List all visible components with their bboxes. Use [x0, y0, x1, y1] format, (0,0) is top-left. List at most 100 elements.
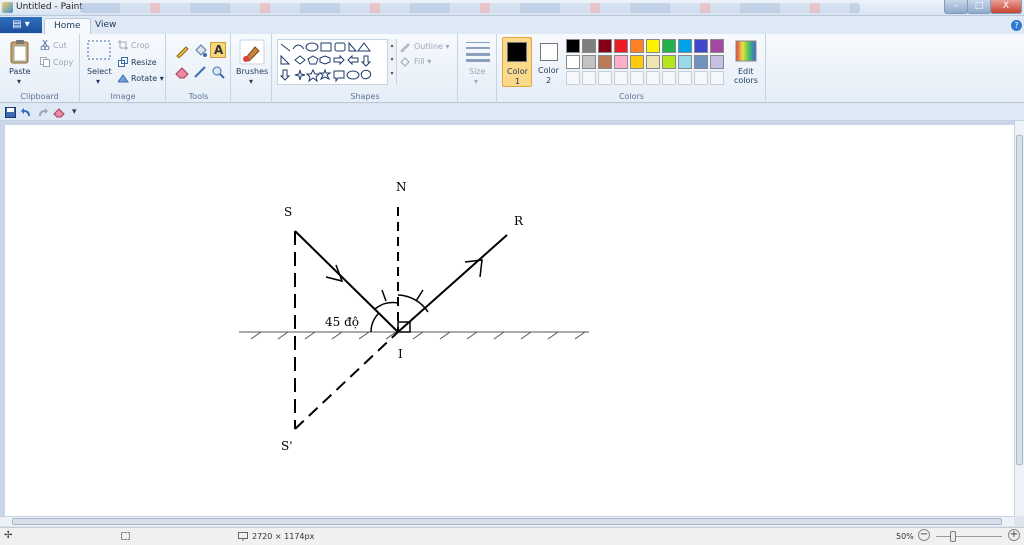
incident-arrow-icon [325, 264, 344, 283]
palette-color-swatch[interactable] [566, 39, 580, 53]
color-picker-icon[interactable] [193, 65, 207, 79]
palette-color-swatch[interactable] [678, 39, 692, 53]
palette-empty-swatch[interactable] [710, 71, 724, 85]
cut-button[interactable]: Cut [53, 41, 67, 50]
brushes-dropdown-icon[interactable]: ▾ [249, 77, 253, 86]
edit-colors-icon[interactable] [735, 40, 757, 62]
palette-color-swatch[interactable] [662, 55, 676, 69]
select-dropdown-icon[interactable]: ▾ [96, 77, 100, 86]
label-i: I [398, 347, 403, 361]
zoom-slider-thumb[interactable] [950, 531, 956, 542]
palette-color-swatch[interactable] [614, 39, 628, 53]
colors-group: Color 1 Color 2 Edit colors Colors [498, 34, 766, 103]
palette-color-swatch[interactable] [710, 39, 724, 53]
fill-button[interactable]: Fill ▾ [414, 57, 431, 66]
resize-button[interactable]: Resize [131, 58, 157, 67]
shape-glyphs-icon[interactable] [278, 40, 396, 84]
paste-icon[interactable] [9, 39, 31, 65]
vertical-scrollbar[interactable] [1014, 121, 1024, 516]
fill-icon[interactable] [400, 57, 410, 67]
palette-color-swatch[interactable] [710, 55, 724, 69]
canvas-area: S N R I S' 45 độ [0, 121, 1024, 516]
paint-app-icon[interactable] [2, 2, 13, 13]
zoom-out-button[interactable]: − [918, 529, 930, 541]
minimize-button[interactable]: – [944, 0, 968, 14]
palette-empty-swatch[interactable] [582, 71, 596, 85]
select-label[interactable]: Select [87, 67, 112, 76]
vertical-scroll-thumb[interactable] [1016, 135, 1023, 465]
pencil-icon[interactable] [175, 44, 189, 58]
palette-empty-swatch[interactable] [566, 71, 580, 85]
palette-color-swatch[interactable] [646, 55, 660, 69]
brushes-label[interactable]: Brushes [236, 67, 268, 76]
palette-empty-swatch[interactable] [646, 71, 660, 85]
palette-empty-swatch[interactable] [694, 71, 708, 85]
edit-colors-label-2[interactable]: colors [734, 76, 758, 85]
palette-empty-swatch[interactable] [630, 71, 644, 85]
size-label[interactable]: Size [469, 67, 485, 76]
palette-empty-swatch[interactable] [598, 71, 612, 85]
fill-bucket-icon[interactable] [193, 44, 207, 58]
palette-color-swatch[interactable] [598, 55, 612, 69]
paste-dropdown-icon[interactable]: ▾ [17, 77, 21, 86]
palette-color-swatch[interactable] [678, 55, 692, 69]
tab-home[interactable]: Home [44, 18, 91, 34]
eraser-icon[interactable] [175, 65, 189, 79]
file-menu-button[interactable]: ▤ ▾ [0, 17, 42, 33]
resize-icon[interactable] [118, 57, 128, 67]
select-icon[interactable] [87, 40, 111, 62]
palette-color-swatch[interactable] [598, 39, 612, 53]
palette-color-swatch[interactable] [614, 55, 628, 69]
text-tool-icon[interactable]: A [210, 42, 226, 58]
horizontal-scrollbar[interactable] [0, 516, 1014, 526]
palette-color-swatch[interactable] [566, 55, 580, 69]
crop-button[interactable]: Crop [131, 41, 150, 50]
eraser-quick-icon[interactable] [53, 107, 65, 118]
zoom-in-button[interactable]: + [1008, 529, 1020, 541]
redo-icon[interactable] [37, 107, 48, 118]
palette-color-swatch[interactable] [662, 39, 676, 53]
outline-icon[interactable] [400, 42, 410, 52]
palette-empty-swatch[interactable] [662, 71, 676, 85]
crop-icon[interactable] [118, 40, 128, 50]
shapes-gallery-scroll[interactable]: ▴ ▾ ▾ [387, 39, 396, 85]
edit-colors-label[interactable]: Edit [738, 67, 754, 76]
palette-color-swatch[interactable] [646, 39, 660, 53]
palette-color-swatch[interactable] [694, 39, 708, 53]
rotate-button[interactable]: Rotate ▾ [131, 74, 164, 83]
label-s: S [284, 205, 292, 219]
size-lines-icon[interactable] [465, 40, 491, 62]
palette-color-swatch[interactable] [630, 39, 644, 53]
tab-view[interactable]: View [86, 18, 125, 34]
palette-empty-swatch[interactable] [614, 71, 628, 85]
status-bar: ✢ 2720 × 1174px 50% − + [0, 527, 1024, 545]
color1-button[interactable]: Color 1 [502, 37, 532, 87]
size-dropdown-icon[interactable]: ▾ [474, 77, 478, 86]
shapes-gallery[interactable] [277, 39, 397, 85]
ribbon: Paste ▾ Cut Copy Clipboard Select ▾ Crop… [0, 34, 1024, 103]
outline-button[interactable]: Outline ▾ [414, 42, 450, 51]
palette-color-swatch[interactable] [694, 55, 708, 69]
rotate-icon[interactable] [118, 73, 129, 83]
copy-icon[interactable] [40, 57, 50, 67]
brush-icon[interactable] [239, 39, 265, 65]
drawing-canvas[interactable]: S N R I S' 45 độ [5, 125, 1014, 516]
customize-dropdown-icon[interactable]: ▾ [72, 107, 77, 117]
undo-icon[interactable] [21, 107, 32, 118]
horizontal-scroll-thumb[interactable] [12, 518, 1002, 525]
scissors-icon[interactable] [40, 40, 50, 50]
palette-empty-swatch[interactable] [678, 71, 692, 85]
magnifier-icon[interactable] [211, 65, 225, 79]
palette-color-swatch[interactable] [582, 39, 596, 53]
close-button[interactable]: X [990, 0, 1022, 14]
maximize-button[interactable]: □ [967, 0, 991, 14]
save-icon[interactable] [5, 107, 16, 118]
copy-button[interactable]: Copy [53, 58, 73, 67]
color2-button[interactable]: Color 2 [536, 37, 564, 87]
angle-tick-1 [381, 289, 387, 302]
palette-color-swatch[interactable] [582, 55, 596, 69]
help-icon[interactable]: ? [1011, 20, 1022, 31]
zoom-slider-track[interactable] [936, 536, 1002, 537]
palette-color-swatch[interactable] [630, 55, 644, 69]
paste-label[interactable]: Paste [9, 67, 31, 76]
